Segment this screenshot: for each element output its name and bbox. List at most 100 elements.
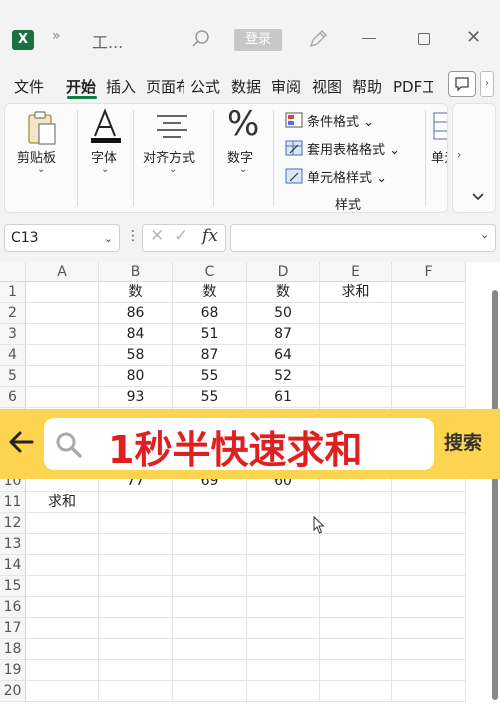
cell-f13[interactable] [392,534,466,555]
column-header-d[interactable]: D [247,262,320,282]
minimize-icon[interactable] [362,38,376,39]
cell-a20[interactable] [26,681,99,702]
cell-c16[interactable] [173,597,247,618]
cell-b13[interactable] [99,534,173,555]
cell-f11[interactable] [392,492,466,513]
cell-e3[interactable] [320,324,392,345]
tab-formulas[interactable]: 公式 [190,76,220,97]
cell-c6[interactable]: 55 [173,387,247,408]
search-query-text[interactable]: 1秒半快速求和 [108,419,362,474]
cell-d18[interactable] [247,639,320,660]
cell-a2[interactable] [26,303,99,324]
cell-f12[interactable] [392,513,466,534]
cell-b5[interactable]: 80 [99,366,173,387]
cell-b14[interactable] [99,555,173,576]
row-header-19[interactable]: 19 [0,660,26,681]
cell-c1[interactable]: 数 [173,282,247,303]
search-icon[interactable] [190,28,212,50]
expand-formula-bar-icon[interactable]: ⌄ [480,228,489,241]
cell-e20[interactable] [320,681,392,702]
cell-c2[interactable]: 68 [173,303,247,324]
cell-e11[interactable] [320,492,392,513]
cell-e14[interactable] [320,555,392,576]
cell-b19[interactable] [99,660,173,681]
cell-b2[interactable]: 86 [99,303,173,324]
cell-a1[interactable] [26,282,99,303]
cell-a19[interactable] [26,660,99,681]
cell-c12[interactable] [173,513,247,534]
cell-c14[interactable] [173,555,247,576]
formula-bar-grip-icon[interactable]: ⋮ [126,228,140,244]
cell-b6[interactable]: 93 [99,387,173,408]
cell-d2[interactable]: 50 [247,303,320,324]
cell-e18[interactable] [320,639,392,660]
cell-d17[interactable] [247,618,320,639]
cell-f6[interactable] [392,387,466,408]
cell-b16[interactable] [99,597,173,618]
tab-home[interactable]: 开始 [66,76,96,97]
tab-insert[interactable]: 插入 [106,76,136,97]
row-header-11[interactable]: 11 [0,492,26,513]
cell-e4[interactable] [320,345,392,366]
cell-a15[interactable] [26,576,99,597]
cell-e17[interactable] [320,618,392,639]
cell-d16[interactable] [247,597,320,618]
cell-f1[interactable] [392,282,466,303]
cell-a5[interactable] [26,366,99,387]
cell-b11[interactable] [99,492,173,513]
cell-c11[interactable] [173,492,247,513]
scrollbar-thumb[interactable] [492,290,498,700]
row-header-1[interactable]: 1 [0,282,26,303]
cell-f15[interactable] [392,576,466,597]
cell-f2[interactable] [392,303,466,324]
row-header-12[interactable]: 12 [0,513,26,534]
ribbon-scroll-right-icon[interactable]: › [457,148,461,161]
cell-a13[interactable] [26,534,99,555]
tab-view[interactable]: 视图 [312,76,342,97]
row-header-3[interactable]: 3 [0,324,26,345]
row-header-14[interactable]: 14 [0,555,26,576]
font-group[interactable]: 字体 ⌄ [79,104,131,212]
cell-c4[interactable]: 87 [173,345,247,366]
cell-e12[interactable] [320,513,392,534]
pen-icon[interactable] [306,27,330,51]
cell-a4[interactable] [26,345,99,366]
cell-d11[interactable] [247,492,320,513]
insert-function-button[interactable]: fx [202,226,218,246]
tab-data[interactable]: 数据 [231,76,261,97]
formula-input[interactable] [230,224,496,252]
select-all-corner[interactable] [0,262,26,282]
row-header-4[interactable]: 4 [0,345,26,366]
cell-d12[interactable] [247,513,320,534]
cell-c18[interactable] [173,639,247,660]
row-header-2[interactable]: 2 [0,303,26,324]
cell-a18[interactable] [26,639,99,660]
tab-help[interactable]: 帮助 [352,76,382,97]
row-header-18[interactable]: 18 [0,639,26,660]
cells-group[interactable]: 单元 [427,104,447,212]
column-header-f[interactable]: F [392,262,466,282]
cell-e13[interactable] [320,534,392,555]
check-icon[interactable]: ✓ [174,226,188,246]
cell-f17[interactable] [392,618,466,639]
vertical-scrollbar[interactable] [490,262,500,711]
cell-a6[interactable] [26,387,99,408]
cell-c19[interactable] [173,660,247,681]
cell-d13[interactable] [247,534,320,555]
quick-access-more-button[interactable]: » [52,28,61,44]
tab-page-layout[interactable]: 页面布 [146,76,184,97]
number-group[interactable]: % 数字 ⌄ [215,104,271,212]
spreadsheet-grid[interactable]: A B C D E F 1 数数数求和 2 86 68 50 3 84 51 87 4 58 87 64 5 80 55 52… [0,262,500,711]
row-header-6[interactable]: 6 [0,387,26,408]
cell-b1[interactable]: 数 [99,282,173,303]
maximize-icon[interactable] [418,33,430,45]
cell-e15[interactable] [320,576,392,597]
cell-a11[interactable]: 求和 [26,492,99,513]
cell-d4[interactable]: 64 [247,345,320,366]
cell-f5[interactable] [392,366,466,387]
cell-d5[interactable]: 52 [247,366,320,387]
cell-e1[interactable]: 求和 [320,282,392,303]
cell-b4[interactable]: 58 [99,345,173,366]
row-header-17[interactable]: 17 [0,618,26,639]
cell-d1[interactable]: 数 [247,282,320,303]
